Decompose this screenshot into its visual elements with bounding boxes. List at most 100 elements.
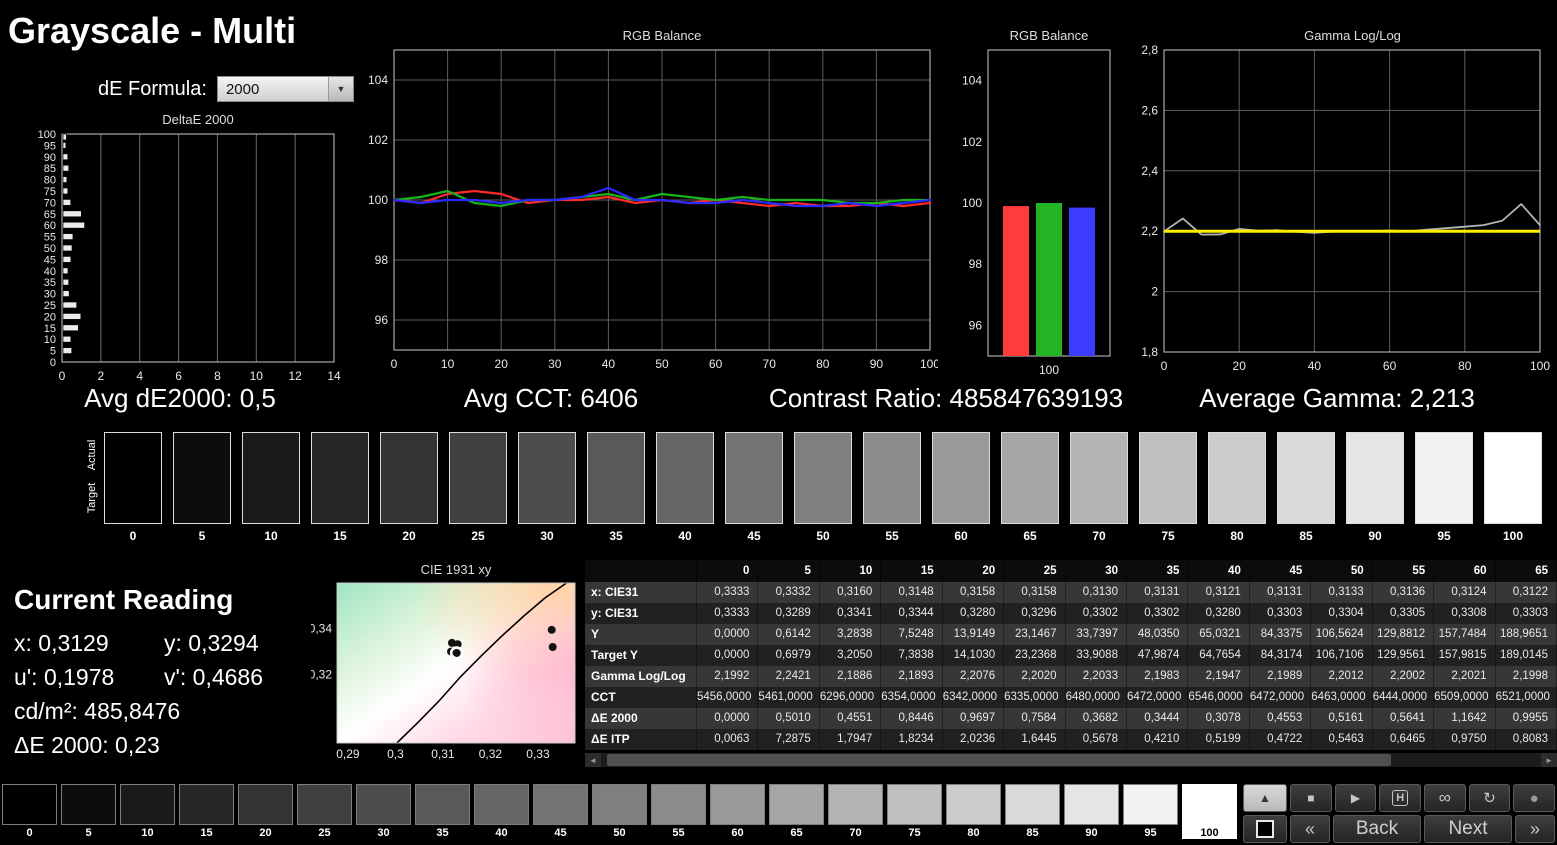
table-cell: 0,3280 [1188,603,1250,624]
svg-text:20: 20 [495,357,509,371]
loop-forever-button[interactable]: ∞ [1424,784,1466,812]
swatch-color [1005,784,1060,825]
svg-text:65: 65 [44,209,56,221]
measurement-table: 0 5 10 15 20 25 30 35 40 45 50 55 60 65 x: CIE31 0,3333… [585,560,1557,750]
svg-text:4: 4 [136,369,143,383]
deltae-bar-100 [62,133,67,141]
table-column-header: 55 [1372,560,1435,582]
last-pattern-button[interactable]: » [1515,815,1555,843]
swatch-color [1064,784,1119,825]
blue-balance-bar [1069,207,1095,356]
record-button[interactable]: ● [1513,784,1556,812]
scrollbar-thumb[interactable] [607,754,1391,766]
pattern-swatch-5[interactable]: 5 [61,784,116,839]
svg-text:102: 102 [962,135,982,149]
table-column-header: 5 [758,560,820,582]
swatch-color [725,432,783,524]
pattern-swatch-20[interactable]: 20 [238,784,293,839]
table-cell: 0,3308 [1434,603,1496,624]
pattern-window-button[interactable] [1243,815,1287,843]
swatch-color [1346,432,1404,524]
pattern-swatch-10[interactable]: 10 [120,784,175,839]
svg-text:2,4: 2,4 [1141,164,1158,178]
measurement-point [548,643,557,651]
table-cell: 2,2421 [758,666,820,687]
infinity-icon: ∞ [1438,788,1451,807]
svg-text:30: 30 [44,289,56,301]
pattern-swatch-100[interactable]: 100 [1182,784,1237,839]
svg-text:40: 40 [1308,359,1322,373]
table-cell: 2,0236 [942,729,1005,750]
rgb-balance-bar-title: RGB Balance [1009,28,1089,43]
swatch-color [1277,432,1335,524]
deltae-bar-80 [62,176,68,183]
table-cell: 65,0321 [1188,624,1250,645]
pattern-swatch-85[interactable]: 85 [1005,784,1060,839]
gamma-chart-plot: 0 20 40 60 80 100 1,8 2 2,2 2,4 2,6 2,8 [1141,43,1550,373]
de-formula-dropdown[interactable]: 2000 ▼ [216,76,354,102]
table-column-header: 10 [819,560,882,582]
swatch-color [474,784,529,825]
play-button[interactable]: ▶ [1334,784,1377,812]
table-cell: 5456,0000 [697,687,759,708]
table-cell: 0,3121 [1188,582,1250,603]
pattern-swatch-75[interactable]: 75 [887,784,942,839]
table-cell: 0,6142 [758,624,820,645]
scroll-right-icon[interactable]: ► [1541,753,1557,767]
pattern-controls-left: ▲ [1243,784,1287,843]
pattern-swatch-40[interactable]: 40 [474,784,529,839]
pattern-swatch-0[interactable]: 0 [2,784,57,839]
table-cell: 6335,0000 [1004,687,1066,708]
svg-text:0,29: 0,29 [336,747,360,761]
swatch-label: 25 [471,529,485,543]
deltae-bar-40 [62,267,69,275]
deltae-bar-70 [62,199,72,206]
hold-button[interactable]: H [1379,784,1422,812]
grayscale-swatch-50: 50 [794,432,852,543]
scrollbar-track[interactable] [601,753,1541,767]
de-formula-control: dE Formula: 2000 ▼ [98,76,354,102]
pattern-swatch-50[interactable]: 50 [592,784,647,839]
table-cell: 6354,0000 [881,687,943,708]
first-pattern-button[interactable]: « [1290,815,1330,843]
table-cell: 0,0063 [697,729,759,750]
stat-avg-cct: Avg CCT: 6406 [463,383,639,413]
swatch-label: 0 [129,529,137,543]
pattern-swatch-35[interactable]: 35 [415,784,470,839]
refresh-button[interactable]: ↻ [1468,784,1511,812]
pattern-swatch-90[interactable]: 90 [1064,784,1119,839]
pattern-swatch-25[interactable]: 25 [297,784,352,839]
table-cell: 0,5463 [1311,729,1373,750]
swatch-label: 65 [790,827,803,839]
pattern-swatch-80[interactable]: 80 [946,784,1001,839]
swatch-label: 75 [1161,529,1175,543]
table-cell: 64,7654 [1188,645,1250,666]
navigation-row: « Back Next » [1290,815,1555,843]
table-cell: 0,3302 [1065,603,1127,624]
pattern-swatch-60[interactable]: 60 [710,784,765,839]
svg-text:100: 100 [38,129,56,141]
scroll-left-icon[interactable]: ◄ [585,753,601,767]
pattern-swatch-30[interactable]: 30 [356,784,411,839]
swatch-label: 70 [849,827,862,839]
swatch-color [656,432,714,524]
pattern-swatch-65[interactable]: 65 [769,784,824,839]
deltae-bar-35 [62,278,70,286]
playback-row: ■ ▶ H ∞ ↻ ● [1290,784,1556,812]
control-up-button[interactable]: ▲ [1243,784,1287,812]
next-button[interactable]: Next [1424,815,1512,843]
pattern-swatch-95[interactable]: 95 [1123,784,1178,839]
table-scrollbar[interactable]: ◄ ► [585,753,1557,767]
stop-button[interactable]: ■ [1290,784,1332,812]
table-cell: 6463,0000 [1311,687,1373,708]
pattern-swatch-45[interactable]: 45 [533,784,588,839]
stat-avg-de2000: Avg dE2000: 0,5 [84,383,276,413]
rgb-balance-bar-plot: 96 98 100 102 104 100 [962,49,1111,377]
pattern-swatch-70[interactable]: 70 [828,784,883,839]
pattern-swatch-55[interactable]: 55 [651,784,706,839]
back-button[interactable]: Back [1333,815,1421,843]
pattern-swatch-15[interactable]: 15 [179,784,234,839]
swatch-label: 25 [318,827,331,839]
swatch-color [932,432,990,524]
table-cell: 2,1893 [881,666,943,687]
